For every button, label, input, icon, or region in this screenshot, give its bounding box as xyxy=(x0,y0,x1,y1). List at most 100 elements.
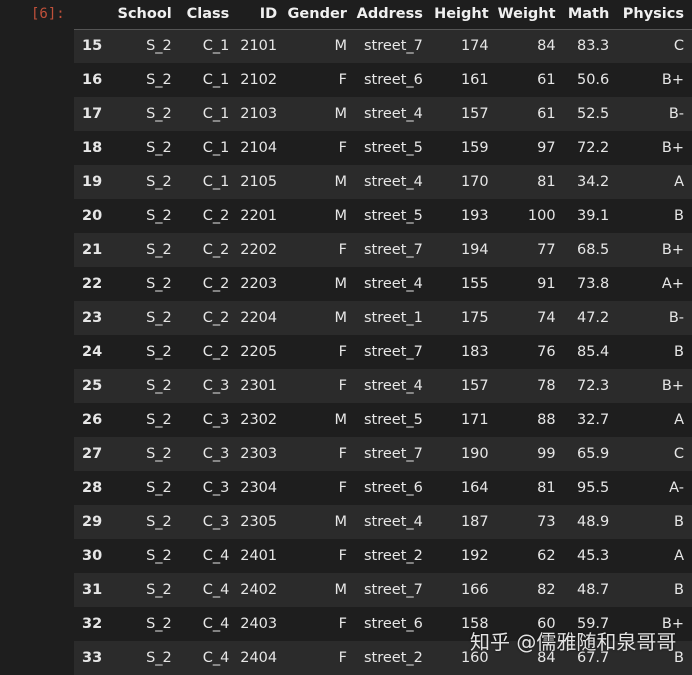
cell-class: C_4 xyxy=(202,650,230,666)
cell-physics: B+ xyxy=(661,378,684,394)
cell-school: S_2 xyxy=(146,378,172,394)
cell-class: C_2 xyxy=(202,242,230,258)
cell-school: S_2 xyxy=(146,310,172,326)
cell-id: 2301 xyxy=(240,378,278,394)
cell-address: street_7 xyxy=(363,446,423,462)
table-row: 28 S_2 C_3 2304 Fstreet_6 164 81 95.5 A- xyxy=(74,471,692,505)
cell-class: C_1 xyxy=(202,38,230,55)
cell-math: 85.4 xyxy=(576,344,610,360)
cell-class: C_1 xyxy=(202,174,230,190)
cell-address: street_6 xyxy=(363,480,423,496)
cell-school: S_2 xyxy=(146,650,172,666)
table-row: 29 S_2 C_3 2305 Mstreet_4 187 73 48.9 B xyxy=(74,505,692,539)
cell-address: street_6 xyxy=(363,616,423,632)
table-row: 22 S_2 C_2 2203 Mstreet_4 155 91 73.8 A+ xyxy=(74,267,692,301)
cell-address: street_4 xyxy=(363,174,423,190)
cell-gender: M xyxy=(334,582,347,598)
cell-gender: F xyxy=(338,344,347,360)
row-index: 27 xyxy=(82,446,103,462)
cell-school: S_2 xyxy=(146,446,172,462)
row-index: 21 xyxy=(82,242,103,258)
row-index: 22 xyxy=(82,276,103,292)
cell-physics: A xyxy=(674,412,684,428)
cell-gender: F xyxy=(338,480,347,496)
column-header-gender: Gender xyxy=(285,0,355,30)
row-index: 33 xyxy=(82,650,103,666)
cell-height: 157 xyxy=(460,106,489,122)
row-index: 20 xyxy=(82,208,103,224)
row-index: 31 xyxy=(82,582,103,598)
cell-weight: 74 xyxy=(537,310,556,326)
watermark: 知乎 @儒雅随和泉哥哥 xyxy=(470,630,677,654)
cell-weight: 97 xyxy=(537,140,556,156)
cell-school: S_2 xyxy=(146,174,172,190)
cell-execution-count: [6]: xyxy=(31,6,65,22)
cell-id: 2402 xyxy=(240,582,278,598)
cell-school: S_2 xyxy=(146,548,172,564)
cell-address: street_5 xyxy=(363,208,423,224)
cell-height: 187 xyxy=(460,514,489,530)
table-row: 23 S_2 C_2 2204 Mstreet_1 175 74 47.2 B- xyxy=(74,301,692,335)
dataframe-table: School Class ID Gender Address Height Weight Ma… xyxy=(74,0,692,675)
row-index: 24 xyxy=(82,344,103,360)
column-header-address: Address xyxy=(354,0,431,30)
cell-gender: F xyxy=(338,72,347,88)
cell-physics: B xyxy=(674,582,684,598)
cell-school: S_2 xyxy=(146,106,172,122)
cell-physics: C xyxy=(673,446,684,462)
row-index: 32 xyxy=(82,616,103,632)
cell-class: C_1 xyxy=(202,72,230,88)
cell-physics: B+ xyxy=(661,140,684,156)
cell-math: 73.8 xyxy=(576,276,610,292)
cell-math: 45.3 xyxy=(576,548,610,564)
cell-address: street_5 xyxy=(363,140,423,156)
table-row: 26 S_2 C_3 2302 Mstreet_5 171 88 32.7 A xyxy=(74,403,692,437)
cell-physics: A- xyxy=(669,480,684,496)
cell-weight: 73 xyxy=(537,514,556,530)
cell-id: 2401 xyxy=(240,548,278,564)
cell-weight: 61 xyxy=(537,72,556,88)
cell-class: C_2 xyxy=(202,276,230,292)
row-index: 29 xyxy=(82,514,103,530)
cell-height: 190 xyxy=(460,446,489,462)
table-row: 24 S_2 C_2 2205 Fstreet_7 183 76 85.4 B xyxy=(74,335,692,369)
column-header-id: ID xyxy=(237,0,286,30)
cell-school: S_2 xyxy=(146,582,172,598)
cell-class: C_4 xyxy=(202,582,230,598)
cell-address: street_5 xyxy=(363,412,423,428)
cell-gender: F xyxy=(338,446,347,462)
cell-id: 2404 xyxy=(240,650,278,666)
cell-gender: F xyxy=(338,140,347,156)
cell-height: 194 xyxy=(460,242,489,258)
cell-school: S_2 xyxy=(146,208,172,224)
cell-address: street_7 xyxy=(363,344,423,360)
cell-math: 68.5 xyxy=(576,242,610,258)
cell-math: 83.3 xyxy=(576,38,610,55)
cell-address: street_7 xyxy=(363,38,423,55)
cell-school: S_2 xyxy=(146,514,172,530)
table-body: 15 S_2 C_1 2101 Mstreet_7 174 84 83.3 C 16 S_2 C_1 2… xyxy=(74,29,692,675)
cell-id: 2105 xyxy=(240,174,278,190)
cell-physics: C xyxy=(673,38,684,55)
cell-class: C_3 xyxy=(202,378,230,394)
cell-weight: 81 xyxy=(537,480,556,496)
cell-height: 193 xyxy=(460,208,489,224)
cell-math: 32.7 xyxy=(576,412,610,428)
cell-height: 166 xyxy=(460,582,489,598)
cell-height: 192 xyxy=(460,548,489,564)
cell-address: street_1 xyxy=(363,310,423,326)
cell-math: 52.5 xyxy=(576,106,610,122)
table-row: 19 S_2 C_1 2105 Mstreet_4 170 81 34.2 A xyxy=(74,165,692,199)
cell-math: 48.9 xyxy=(576,514,610,530)
cell-physics: B+ xyxy=(661,72,684,88)
cell-gender: M xyxy=(334,208,347,224)
cell-weight: 76 xyxy=(537,344,556,360)
cell-weight: 100 xyxy=(527,208,556,224)
cell-height: 164 xyxy=(460,480,489,496)
row-index: 17 xyxy=(82,106,103,122)
cell-physics: B- xyxy=(668,310,684,326)
cell-height: 157 xyxy=(460,378,489,394)
cell-id: 2202 xyxy=(240,242,278,258)
cell-math: 34.2 xyxy=(576,174,610,190)
row-index: 16 xyxy=(82,72,103,88)
